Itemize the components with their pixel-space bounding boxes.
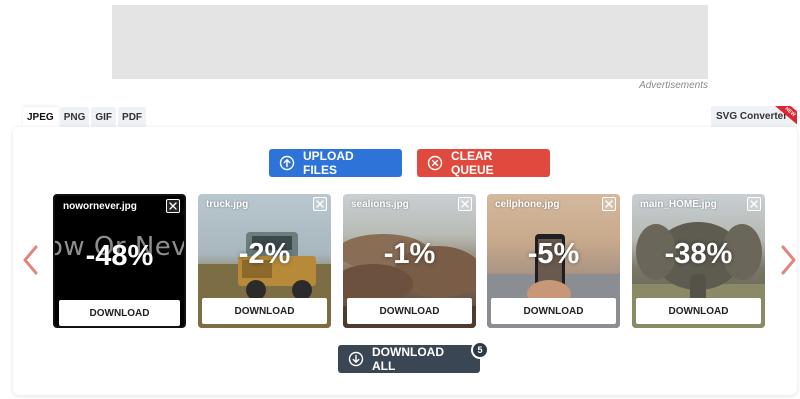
close-icon[interactable] bbox=[747, 197, 761, 211]
svg-converter-label: SVG Converter bbox=[716, 111, 788, 122]
file-card: truck.jpg -2% DOWNLOAD bbox=[198, 194, 331, 328]
compression-percent: -5% bbox=[527, 238, 580, 270]
compression-percent: -38% bbox=[664, 238, 733, 270]
clear-queue-button[interactable]: CLEAR QUEUE bbox=[417, 149, 550, 177]
advertisements-label: Advertisements bbox=[639, 80, 708, 91]
download-button[interactable]: DOWNLOAD bbox=[347, 298, 472, 324]
close-icon[interactable] bbox=[313, 197, 327, 211]
file-count-badge: 5 bbox=[471, 341, 489, 359]
download-button[interactable]: DOWNLOAD bbox=[491, 298, 616, 324]
compression-percent: -1% bbox=[383, 238, 436, 270]
close-icon[interactable] bbox=[602, 197, 616, 211]
file-card: sealions.jpg -1% DOWNLOAD bbox=[343, 194, 476, 328]
upload-icon bbox=[279, 155, 295, 171]
close-icon[interactable] bbox=[166, 199, 180, 213]
tab-jpeg[interactable]: JPEG bbox=[23, 107, 58, 127]
file-name: cellphone.jpg bbox=[495, 199, 560, 210]
download-all-button[interactable]: DOWNLOAD ALL bbox=[338, 345, 480, 373]
tab-gif[interactable]: GIF bbox=[91, 107, 117, 127]
advertisement-banner[interactable] bbox=[112, 5, 708, 79]
download-button[interactable]: DOWNLOAD bbox=[636, 298, 761, 324]
upload-files-label: UPLOAD FILES bbox=[303, 149, 354, 177]
download-button[interactable]: DOWNLOAD bbox=[202, 298, 327, 324]
file-card: cellphone.jpg -5% DOWNLOAD bbox=[487, 194, 620, 328]
format-tabs: JPEG PNG GIF PDF bbox=[23, 107, 147, 127]
compression-percent: -48% bbox=[85, 240, 154, 272]
close-circle-icon bbox=[427, 155, 443, 171]
upload-files-button[interactable]: UPLOAD FILES bbox=[269, 149, 402, 177]
download-all-label: DOWNLOAD ALL bbox=[372, 345, 444, 373]
download-icon bbox=[348, 351, 364, 367]
tab-svg-converter[interactable]: SVG Converter NEW bbox=[711, 106, 797, 127]
file-name: truck.jpg bbox=[206, 199, 249, 210]
file-name: nowornever.jpg bbox=[63, 201, 137, 212]
compression-percent: -2% bbox=[238, 238, 291, 270]
file-name: sealions.jpg bbox=[351, 199, 409, 210]
close-icon[interactable] bbox=[458, 197, 472, 211]
tab-pdf[interactable]: PDF bbox=[118, 107, 147, 127]
download-button[interactable]: DOWNLOAD bbox=[59, 300, 180, 326]
file-card: main_HOME.jpg -38% DOWNLOAD bbox=[632, 194, 765, 328]
carousel-next-arrow-icon[interactable] bbox=[777, 244, 799, 276]
tab-png[interactable]: PNG bbox=[59, 107, 90, 127]
file-name: main_HOME.jpg bbox=[640, 199, 717, 210]
clear-queue-label: CLEAR QUEUE bbox=[451, 149, 494, 177]
file-card: ow Or Never nowornever.jpg -48% DOWNLOAD bbox=[53, 194, 186, 328]
carousel-prev-arrow-icon[interactable] bbox=[20, 244, 42, 276]
